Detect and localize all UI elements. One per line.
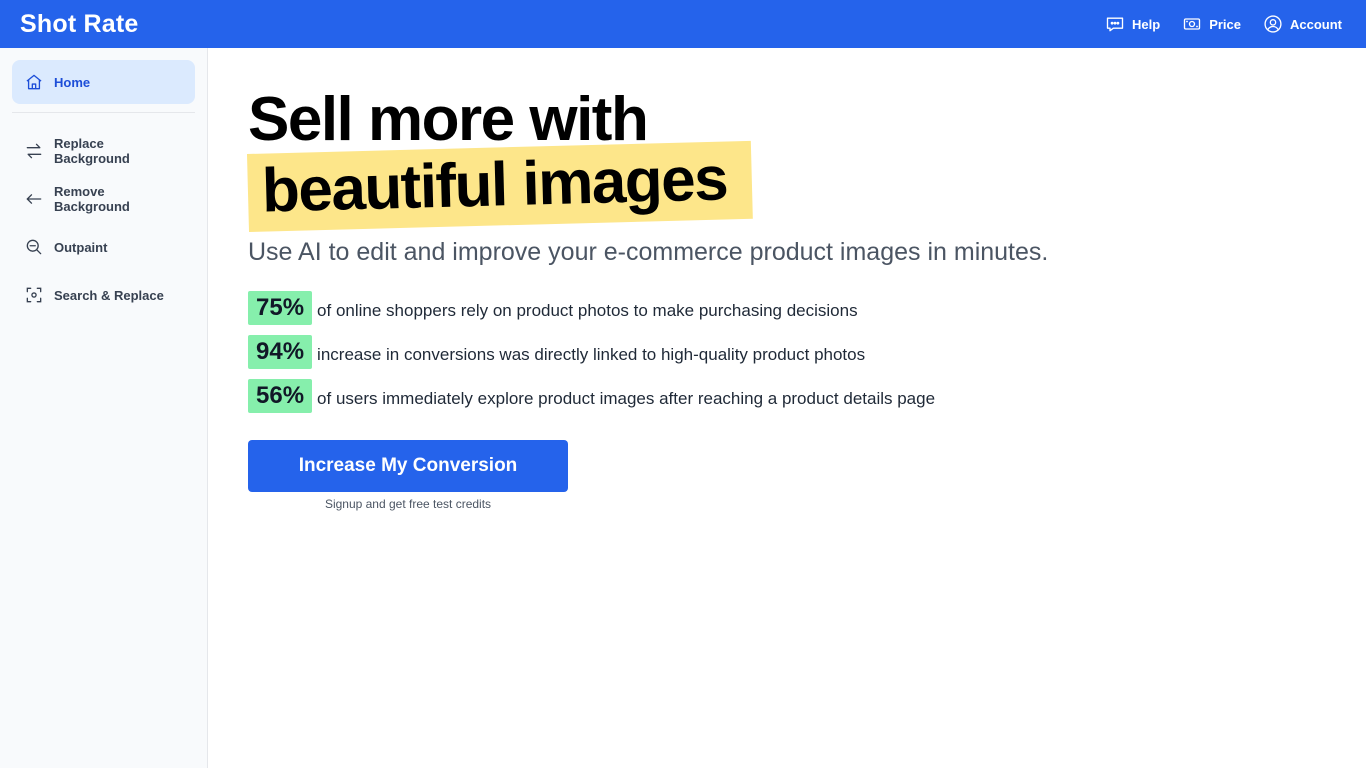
sidebar-item-replace-background[interactable]: Replace Background	[12, 129, 195, 173]
sidebar-item-label: Outpaint	[54, 239, 108, 255]
sidebar-item-search-replace[interactable]: Search & Replace	[12, 273, 195, 317]
sidebar-item-label: Remove Background	[54, 184, 130, 214]
hero-title-highlight-wrap: beautiful images	[246, 140, 753, 234]
money-icon	[1184, 18, 1201, 30]
sidebar: Home Replace Background Remove Backgroun…	[0, 48, 208, 768]
scan-target-icon	[26, 287, 42, 303]
top-nav: Help Price Account	[1105, 14, 1342, 34]
price-link[interactable]: Price	[1182, 14, 1241, 34]
help-label: Help	[1132, 16, 1161, 32]
top-bar: Shot Rate Help Price Account	[0, 0, 1366, 48]
stat-item: 75% of online shoppers rely on product p…	[248, 291, 1338, 325]
main-content: Sell more with beautiful images Use AI t…	[246, 48, 1338, 511]
stat-value: 94%	[248, 335, 313, 369]
sidebar-item-home[interactable]: Home	[12, 60, 195, 104]
stat-value: 56%	[248, 379, 313, 413]
stat-text: of online shoppers rely on product photo…	[317, 301, 858, 320]
sidebar-item-remove-background[interactable]: Remove Background	[12, 177, 195, 221]
increase-conversion-button[interactable]: Increase My Conversion	[248, 440, 568, 492]
zoom-out-icon	[26, 239, 42, 255]
sidebar-item-label: Replace Background	[54, 136, 130, 166]
hero-title-line2: beautiful images	[261, 144, 728, 226]
stat-item: 94% increase in conversions was directly…	[248, 335, 1338, 369]
stat-text: increase in conversions was directly lin…	[317, 345, 866, 364]
sidebar-item-label: Search & Replace	[54, 287, 164, 303]
account-label: Account	[1290, 16, 1342, 32]
account-link[interactable]: Account	[1263, 14, 1342, 34]
brand-logo[interactable]: Shot Rate	[20, 10, 138, 39]
stats-list: 75% of online shoppers rely on product p…	[248, 291, 1338, 413]
stat-text: of users immediately explore product ima…	[317, 389, 936, 408]
stat-item: 56% of users immediately explore product…	[248, 379, 1338, 413]
arrow-left-icon	[26, 194, 42, 204]
price-label: Price	[1209, 16, 1241, 32]
sidebar-divider	[12, 112, 195, 113]
cta-note: Signup and get free test credits	[324, 497, 492, 511]
stat-value: 75%	[248, 291, 313, 325]
sidebar-item-outpaint[interactable]: Outpaint	[12, 225, 195, 269]
hero-subtitle: Use AI to edit and improve your e-commer…	[248, 238, 1049, 266]
user-circle-icon	[1264, 15, 1282, 33]
hero-title-line1: Sell more with	[248, 85, 649, 154]
help-link[interactable]: Help	[1105, 14, 1160, 34]
chat-icon	[1106, 17, 1124, 32]
home-icon	[26, 74, 42, 90]
sidebar-item-label: Home	[54, 74, 91, 90]
swap-arrows-icon	[26, 143, 42, 159]
